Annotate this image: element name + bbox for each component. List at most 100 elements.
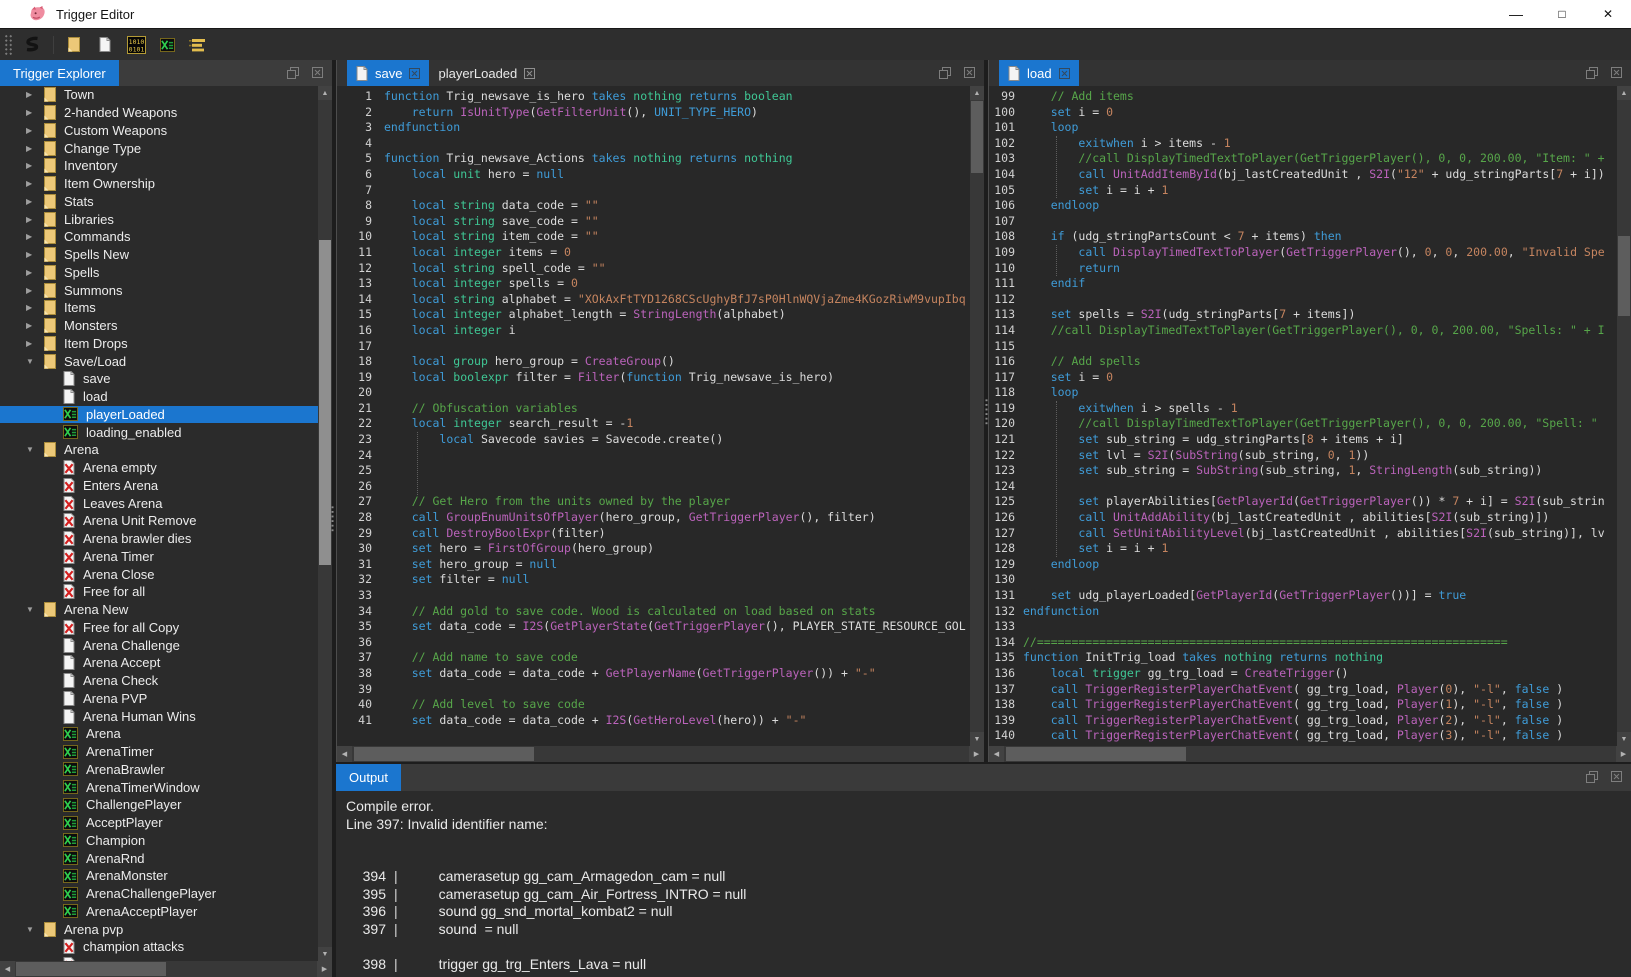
editor-vertical-scrollbar[interactable]: ▲ ▼ — [1617, 86, 1631, 746]
code-line[interactable]: 102 exitwhen i > items - 1 — [989, 136, 1617, 152]
code-line[interactable]: 111 endif — [989, 276, 1617, 292]
code-line[interactable]: 129 endloop — [989, 557, 1617, 573]
scroll-down-icon[interactable]: ▼ — [970, 732, 984, 746]
chevron-right-icon[interactable]: ▶ — [26, 126, 37, 135]
tree-item[interactable]: playerLoaded — [0, 406, 318, 424]
tree-item[interactable]: ChallengePlayer — [0, 796, 318, 814]
code-line[interactable]: 6 local unit hero = null — [337, 167, 970, 183]
explorer-splitter-grip[interactable] — [330, 505, 335, 533]
code-line[interactable]: 119 exitwhen i > spells - 1 — [989, 401, 1617, 417]
tree-item[interactable]: ArenaRnd — [0, 849, 318, 867]
chevron-right-icon[interactable]: ▶ — [26, 303, 37, 312]
tree-item[interactable]: ArenaAcceptPlayer — [0, 903, 318, 921]
tree-item[interactable]: Arena Human Wins — [0, 707, 318, 725]
scroll-right-icon[interactable]: ▶ — [1616, 746, 1631, 762]
code-line[interactable]: 137 call TriggerRegisterPlayerChatEvent(… — [989, 682, 1617, 698]
code-line[interactable]: 33 — [337, 588, 970, 604]
tree-item[interactable]: Leaves Arena — [0, 494, 318, 512]
tree-item[interactable]: Arena Check — [0, 672, 318, 690]
code-line[interactable]: 114 //call DisplayTimedTextToPlayer(GetT… — [989, 323, 1617, 339]
close-panel-icon[interactable] — [312, 67, 324, 79]
code-line[interactable]: 18 local group hero_group = CreateGroup(… — [337, 354, 970, 370]
tree-item[interactable]: Enters Arena — [0, 477, 318, 495]
scroll-left-icon[interactable]: ◀ — [337, 746, 352, 762]
chevron-right-icon[interactable]: ▶ — [26, 250, 37, 259]
tree-item[interactable]: ▶2-handed Weapons — [0, 104, 318, 122]
code-line[interactable]: 1function Trig_newsave_is_hero takes not… — [337, 89, 970, 105]
editor-scrollbar-thumb[interactable] — [1618, 236, 1630, 316]
tree-item[interactable]: ▼Arena pvp — [0, 920, 318, 938]
code-line[interactable]: 9 local string save_code = "" — [337, 214, 970, 230]
code-line[interactable]: 99 // Add items — [989, 89, 1617, 105]
close-tab-icon[interactable] — [524, 68, 535, 79]
code-line[interactable]: 26 — [337, 479, 970, 495]
code-line[interactable]: 107 — [989, 214, 1617, 230]
chevron-down-icon[interactable]: ▼ — [26, 925, 37, 934]
code-line[interactable]: 106 endloop — [989, 198, 1617, 214]
script-scroll-button[interactable] — [22, 34, 44, 56]
code-line[interactable]: 132endfunction — [989, 604, 1617, 620]
editor-horizontal-scrollbar[interactable]: ◀ ▶ — [337, 746, 984, 762]
scroll-down-icon[interactable]: ▼ — [1617, 732, 1631, 746]
code-line[interactable]: 28 call GroupEnumUnitsOfPlayer(hero_grou… — [337, 510, 970, 526]
code-line[interactable]: 101 loop — [989, 120, 1617, 136]
code-line[interactable]: 113 set spells = S2I(udg_stringParts[7 +… — [989, 307, 1617, 323]
editor-horizontal-scrollbar[interactable]: ◀ ▶ — [989, 746, 1631, 762]
code-line[interactable]: 16 local integer i — [337, 323, 970, 339]
code-line[interactable]: 123 set sub_string = SubString(sub_strin… — [989, 463, 1617, 479]
code-line[interactable]: 120 //call DisplayTimedTextToPlayer(GetT… — [989, 416, 1617, 432]
tree-item[interactable]: save — [0, 370, 318, 388]
close-panel-icon[interactable] — [964, 67, 976, 79]
editor-splitter-grip[interactable] — [984, 398, 989, 426]
float-panel-icon[interactable] — [1586, 67, 1598, 79]
code-line[interactable]: 21 // Obfuscation variables — [337, 401, 970, 417]
code-line[interactable]: 108 if (udg_stringPartsCount < 7 + items… — [989, 229, 1617, 245]
tree-item[interactable]: ▼Arena New — [0, 601, 318, 619]
code-line[interactable]: 134//===================================… — [989, 635, 1617, 651]
chevron-right-icon[interactable]: ▶ — [26, 286, 37, 295]
editor-vertical-scrollbar[interactable]: ▲ ▼ — [970, 86, 984, 746]
tab-load[interactable]: load — [999, 60, 1079, 86]
code-line[interactable]: 41 set data_code = data_code + I2S(GetHe… — [337, 713, 970, 729]
code-line[interactable]: 19 local boolexpr filter = Filter(functi… — [337, 370, 970, 386]
maximize-button[interactable]: □ — [1539, 0, 1585, 28]
code-line[interactable]: 139 call TriggerRegisterPlayerChatEvent(… — [989, 713, 1617, 729]
code-line[interactable]: 124 — [989, 479, 1617, 495]
tree-item[interactable]: ▶Spells New — [0, 246, 318, 264]
code-line[interactable]: 125 set playerAbilities[GetPlayerId(GetT… — [989, 494, 1617, 510]
tab-output[interactable]: Output — [336, 764, 401, 791]
code-line[interactable]: 127 call SetUnitAbilityLevel(bj_lastCrea… — [989, 526, 1617, 542]
code-line[interactable]: 13 local integer spells = 0 — [337, 276, 970, 292]
tree-item[interactable]: load — [0, 388, 318, 406]
tree-item[interactable]: ▶Spells — [0, 264, 318, 282]
tree-item[interactable]: Arena — [0, 725, 318, 743]
tree-item[interactable]: ▶Summons — [0, 281, 318, 299]
code-editor-load[interactable]: 99 // Add items100 set i = 0101 loop102 … — [989, 86, 1631, 746]
code-line[interactable]: 24 — [337, 448, 970, 464]
code-line[interactable]: 131 set udg_playerLoaded[GetPlayerId(Get… — [989, 588, 1617, 604]
tree-item[interactable]: Free for all — [0, 583, 318, 601]
convert-binary-button[interactable]: 10100101 — [125, 34, 147, 56]
code-line[interactable]: 30 set hero = FirstOfGroup(hero_group) — [337, 541, 970, 557]
code-line[interactable]: 10 local string item_code = "" — [337, 229, 970, 245]
code-line[interactable]: 17 — [337, 339, 970, 355]
close-panel-icon[interactable] — [1611, 771, 1623, 783]
tree-item[interactable]: ▼Save/Load — [0, 352, 318, 370]
editor-scrollbar-thumb[interactable] — [971, 101, 983, 173]
code-line[interactable]: 103 //call DisplayTimedTextToPlayer(GetT… — [989, 151, 1617, 167]
tree-item[interactable]: Free for all Copy — [0, 619, 318, 637]
tree-item[interactable]: ▶Stats — [0, 193, 318, 211]
code-line[interactable]: 3endfunction — [337, 120, 970, 136]
code-line[interactable]: 109 call DisplayTimedTextToPlayer(GetTri… — [989, 245, 1617, 261]
scroll-right-icon[interactable]: ▶ — [317, 961, 332, 977]
variables-list-button[interactable] — [187, 34, 209, 56]
code-line[interactable]: 133 — [989, 619, 1617, 635]
editor-hscrollbar-thumb[interactable] — [354, 747, 534, 761]
code-line[interactable]: 4 — [337, 136, 970, 152]
tree-item[interactable]: ▼Arena — [0, 441, 318, 459]
chevron-right-icon[interactable]: ▶ — [26, 161, 37, 170]
tree-item[interactable]: Arena Challenge — [0, 636, 318, 654]
float-panel-icon[interactable] — [939, 67, 951, 79]
chevron-down-icon[interactable]: ▼ — [26, 605, 37, 614]
tree-item[interactable]: Arena brawler dies — [0, 530, 318, 548]
